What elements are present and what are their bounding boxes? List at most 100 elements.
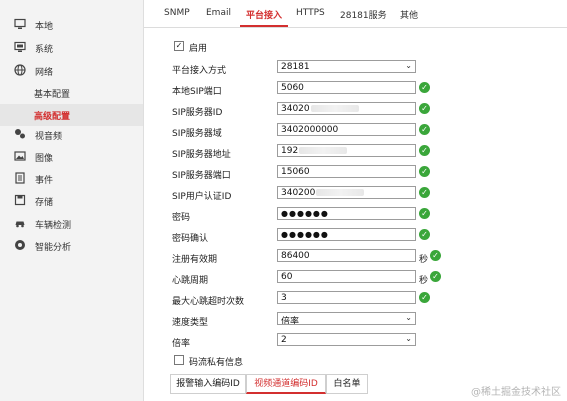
sidebar-item-audio-video[interactable]: 视音频 <box>0 124 143 146</box>
subtab-whitelist[interactable]: 白名单 <box>326 374 368 394</box>
sidebar-item-label: 智能分析 <box>35 243 72 253</box>
password-input[interactable]: ●●●●●● <box>277 207 416 220</box>
password-confirm-input[interactable]: ●●●●●● <box>277 228 416 241</box>
row-sip-user-auth-id: SIP用户认证ID 340200 ✓ <box>172 186 562 202</box>
storage-icon <box>14 194 26 206</box>
row-max-heartbeat-timeout: 最大心跳超时次数 3 ✓ <box>172 291 562 307</box>
sidebar-item-label: 图像 <box>35 154 54 164</box>
field-label: 倍率 <box>172 339 191 349</box>
row-access-mode: 平台接入方式 28181 ⌄ <box>172 60 562 76</box>
redacted-blur <box>299 147 348 154</box>
smart-analysis-icon <box>14 239 26 251</box>
event-icon <box>14 172 26 184</box>
tab-platform-access[interactable]: 平台接入 <box>246 8 282 21</box>
subtab-alarm-input-id[interactable]: 报警输入编码ID <box>170 374 246 394</box>
row-rate: 倍率 2 ⌄ <box>172 333 562 349</box>
sidebar-item-label: 车辆检测 <box>35 221 72 231</box>
sip-server-id-input[interactable]: 34020 <box>277 102 416 115</box>
field-label: 注册有效期 <box>172 255 218 265</box>
tab-email[interactable]: Email <box>206 8 231 18</box>
sidebar-item-advanced-config[interactable]: 高级配置 <box>0 104 143 126</box>
field-label: 密码确认 <box>172 234 209 244</box>
globe-icon <box>14 64 26 76</box>
row-sip-server-domain: SIP服务器域 3402000000 ✓ <box>172 123 562 139</box>
sidebar: 本地 系统 网络 基本配置 高级配置 视音频 图像 事件 存储 车辆检测 智能分… <box>0 0 144 401</box>
watermark: @稀土掘金技术社区 <box>471 387 561 398</box>
field-label: 本地SIP端口 <box>172 87 222 97</box>
check-icon: ✓ <box>419 187 430 198</box>
check-icon: ✓ <box>419 145 430 156</box>
sidebar-item-system[interactable]: 系统 <box>0 37 143 59</box>
check-icon: ✓ <box>419 208 430 219</box>
row-sip-server-port: SIP服务器端口 15060 ✓ <box>172 165 562 181</box>
field-label: SIP服务器端口 <box>172 171 231 181</box>
vehicle-icon <box>14 217 26 229</box>
monitor-icon <box>14 18 26 30</box>
field-label: SIP服务器域 <box>172 129 222 139</box>
sip-server-domain-input[interactable]: 3402000000 <box>277 123 416 136</box>
active-tab-indicator <box>240 25 288 27</box>
row-heartbeat-period: 心跳周期 60 秒 ✓ <box>172 270 562 286</box>
sidebar-item-label: 存储 <box>35 198 54 208</box>
field-label: 密码 <box>172 213 191 223</box>
row-sip-server-address: SIP服务器地址 192 ✓ <box>172 144 562 160</box>
sidebar-item-basic-config[interactable]: 基本配置 <box>0 82 143 104</box>
rate-select[interactable]: 2 ⌄ <box>277 333 416 346</box>
sidebar-item-label: 基本配置 <box>34 90 71 100</box>
sidebar-item-event[interactable]: 事件 <box>0 168 143 190</box>
chevron-down-icon: ⌄ <box>405 313 412 322</box>
enable-label: 启用 <box>189 44 208 54</box>
sidebar-item-smart-analysis[interactable]: 智能分析 <box>0 235 143 257</box>
check-icon: ✓ <box>430 250 441 261</box>
sip-server-port-input[interactable]: 15060 <box>277 165 416 178</box>
sidebar-item-storage[interactable]: 存储 <box>0 190 143 212</box>
subtab-video-channel-id[interactable]: 视频通道编码ID <box>246 374 326 394</box>
sidebar-item-label: 本地 <box>35 22 54 32</box>
sidebar-item-label: 高级配置 <box>34 112 71 122</box>
access-mode-select[interactable]: 28181 ⌄ <box>277 60 416 73</box>
row-password: 密码 ●●●●●● ✓ <box>172 207 562 223</box>
tab-28181-service[interactable]: 28181服务 <box>340 8 387 21</box>
unit-label: 秒 <box>419 276 429 286</box>
row-speed-type: 速度类型 倍率 ⌄ <box>172 312 562 328</box>
unit-label: 秒 <box>419 255 429 265</box>
sidebar-item-vehicle-detection[interactable]: 车辆检测 <box>0 213 143 235</box>
sidebar-item-label: 事件 <box>35 176 54 186</box>
sidebar-item-network[interactable]: 网络 <box>0 60 143 82</box>
field-label: SIP用户认证ID <box>172 192 232 202</box>
field-label: SIP服务器地址 <box>172 150 231 160</box>
check-icon: ✓ <box>430 271 441 282</box>
local-sip-port-input[interactable]: 5060 <box>277 81 416 94</box>
chevron-down-icon: ⌄ <box>405 61 412 70</box>
sip-user-auth-id-input[interactable]: 340200 <box>277 186 416 199</box>
row-register-validity: 注册有效期 86400 秒 ✓ <box>172 249 562 265</box>
field-label: 速度类型 <box>172 318 209 328</box>
tab-snmp[interactable]: SNMP <box>164 8 190 18</box>
check-icon: ✓ <box>419 103 430 114</box>
sidebar-item-local[interactable]: 本地 <box>0 14 143 36</box>
speed-type-select[interactable]: 倍率 ⌄ <box>277 312 416 325</box>
check-icon: ✓ <box>419 124 430 135</box>
check-icon: ✓ <box>419 292 430 303</box>
heartbeat-period-input[interactable]: 60 <box>277 270 416 283</box>
tab-other[interactable]: 其他 <box>400 8 418 21</box>
row-local-sip-port: 本地SIP端口 5060 ✓ <box>172 81 562 97</box>
redacted-blur <box>310 105 359 112</box>
image-icon <box>14 150 26 162</box>
tab-https[interactable]: HTTPS <box>296 8 325 18</box>
sip-server-address-input[interactable]: 192 <box>277 144 416 157</box>
stream-private-info-checkbox[interactable] <box>174 355 184 365</box>
check-icon: ✓ <box>419 82 430 93</box>
system-icon <box>14 41 26 53</box>
row-password-confirm: 密码确认 ●●●●●● ✓ <box>172 228 562 244</box>
check-icon: ✓ <box>419 229 430 240</box>
main-panel: SNMP Email 平台接入 HTTPS 28181服务 其他 ✓ 启用 平台… <box>144 0 567 401</box>
enable-checkbox[interactable]: ✓ <box>174 41 184 51</box>
stream-private-info-label: 码流私有信息 <box>189 358 244 368</box>
tab-bar: SNMP Email 平台接入 HTTPS 28181服务 其他 <box>144 0 567 28</box>
sidebar-item-label: 网络 <box>35 68 54 78</box>
register-validity-input[interactable]: 86400 <box>277 249 416 262</box>
max-heartbeat-timeout-input[interactable]: 3 <box>277 291 416 304</box>
sidebar-item-image[interactable]: 图像 <box>0 146 143 168</box>
sidebar-item-label: 系统 <box>35 45 54 55</box>
